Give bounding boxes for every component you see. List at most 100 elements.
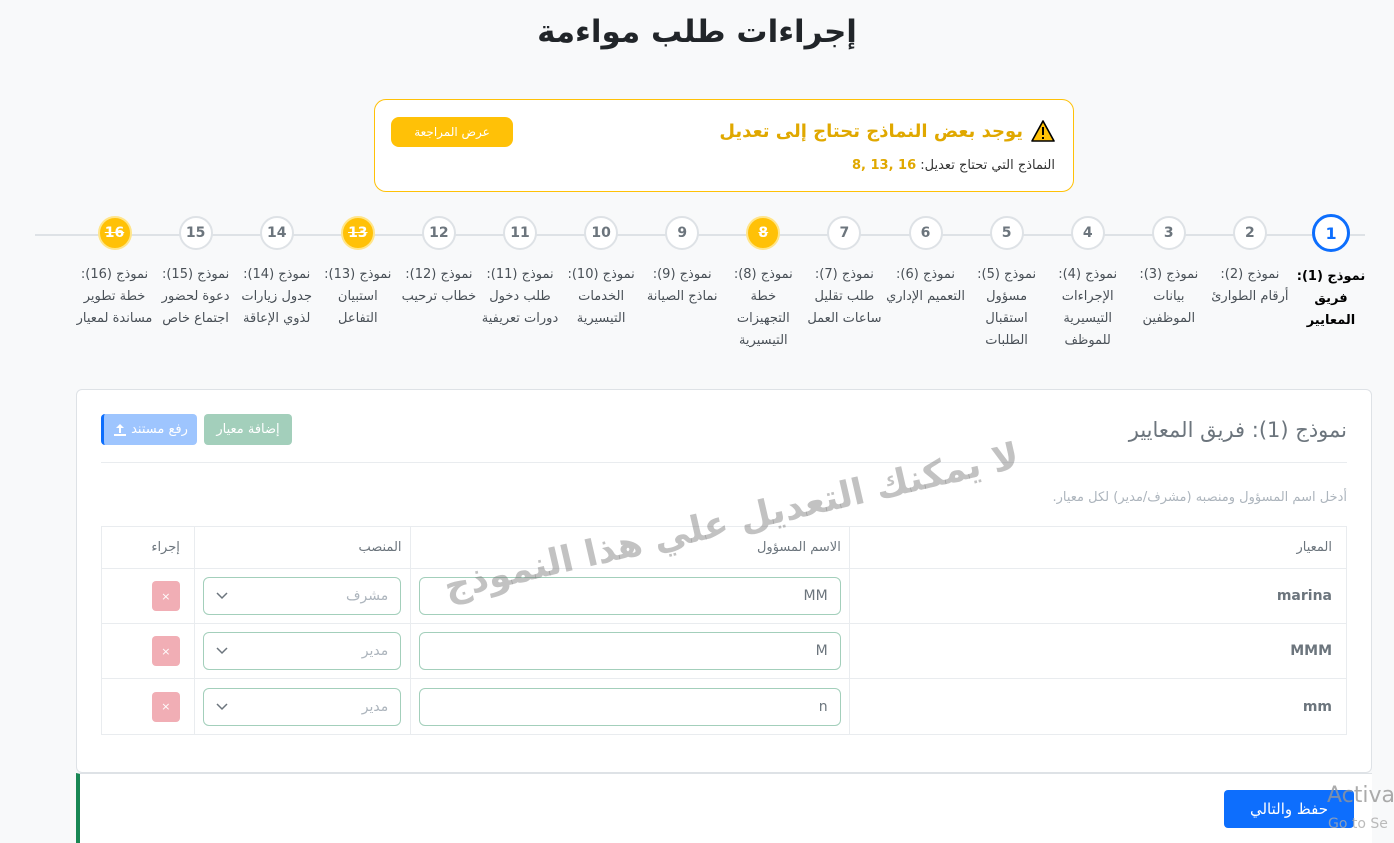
card-divider (101, 462, 1347, 463)
table-row: MMM M مدير × (102, 624, 1346, 679)
table-row: marina MM مشرف × (102, 569, 1346, 624)
header-position: المنصب (193, 527, 410, 568)
warning-icon (1031, 120, 1055, 142)
action-cell: × (102, 624, 194, 678)
step-2[interactable]: 2 نموذج (2): أرقام الطوارئ (1209, 216, 1291, 308)
card-help-text: أدخل اسم المسؤول ومنصبه (مشرف/مدير) لكل … (1052, 490, 1347, 505)
step-label: نموذج (14): جدول زيارات لذوي الإعاقة (241, 267, 313, 326)
step-circle: 7 (827, 216, 862, 250)
step-label: نموذج (16): خطة تطوير مساندة لمعيار (76, 267, 153, 326)
step-6[interactable]: 6 نموذج (6): التعميم الإداري (885, 216, 967, 308)
responsible-input[interactable]: M (418, 632, 841, 670)
step-label: نموذج (12): خطاب ترحيب (401, 267, 477, 304)
position-cell: مدير (193, 679, 410, 734)
step-label: نموذج (1): فريق المعايير (1296, 269, 1366, 328)
step-circle: 6 (908, 216, 943, 250)
criterion-name: mm (1302, 698, 1332, 715)
responsible-cell: M (409, 624, 849, 678)
step-label: نموذج (4): الإجراءات التيسيرية للموظف (1058, 267, 1118, 348)
action-cell: × (102, 679, 194, 734)
step-circle: 12 (421, 216, 456, 250)
step-circle: 11 (503, 216, 537, 250)
criterion-name: marina (1276, 588, 1332, 604)
position-cell: مدير (193, 624, 410, 678)
step-circle: 2 (1232, 216, 1267, 250)
step-circle: 9 (665, 216, 700, 250)
step-label: نموذج (7): طلب تقليل ساعات العمل (807, 267, 882, 326)
position-value: مشرف (345, 588, 389, 604)
os-activation-subtext: Go to Se (1328, 816, 1388, 832)
step-label: نموذج (6): التعميم الإداري (886, 267, 965, 304)
delete-row-button[interactable]: × (151, 581, 180, 611)
step-label: نموذج (9): نماذج الصيانة (646, 267, 718, 304)
alert-title-text: يوجد بعض النماذج تحتاج إلى تعديل (719, 120, 1023, 142)
form-card: نموذج (1): فريق المعايير إضافة معيار رفع… (76, 389, 1372, 773)
step-label: نموذج (11): طلب دخول دورات تعريفية (481, 267, 559, 326)
step-1[interactable]: 1 نموذج (1): فريق المعايير (1290, 214, 1372, 332)
header-criterion: المعيار (848, 527, 1346, 568)
step-13[interactable]: 13 نموذج (13): استبيان التفاعل (317, 216, 399, 330)
os-activation-text: Activa (1327, 783, 1394, 808)
add-criterion-button[interactable]: إضافة معيار (204, 414, 292, 445)
criterion-name: MMM (1290, 643, 1332, 659)
step-circle: 10 (584, 216, 619, 250)
table-header-row: المعيار الاسم المسؤول المنصب إجراء (102, 527, 1346, 569)
step-label: نموذج (3): بيانات الموظفين (1139, 267, 1199, 326)
alert-sub-numbers: 8, 13, 16 (851, 158, 917, 173)
chevron-down-icon (216, 647, 228, 655)
criteria-table: المعيار الاسم المسؤول المنصب إجراء marin… (101, 526, 1347, 735)
step-circle: 13 (340, 216, 375, 250)
step-3[interactable]: 3 نموذج (3): بيانات الموظفين (1128, 216, 1210, 330)
responsible-input[interactable]: n (418, 687, 841, 726)
step-12[interactable]: 12 نموذج (12): خطاب ترحيب (398, 216, 480, 308)
review-button[interactable]: عرض المراجعة (391, 117, 513, 147)
step-label: نموذج (2): أرقام الطوارئ (1211, 267, 1289, 304)
card-title: نموذج (1): فريق المعايير (1128, 418, 1347, 442)
delete-row-button[interactable]: × (151, 636, 180, 666)
criterion-cell: MMM (848, 624, 1346, 678)
upload-label: رفع مستند (131, 422, 188, 437)
upload-icon (114, 423, 127, 436)
step-16[interactable]: 16 نموذج (16): خطة تطوير مساندة لمعيار (74, 216, 156, 330)
action-cell: × (102, 569, 194, 623)
step-14[interactable]: 14 نموذج (14): جدول زيارات لذوي الإعاقة (236, 216, 318, 330)
step-15[interactable]: 15 نموذج (15): دعوة لحضور اجتماع خاص (155, 216, 237, 330)
header-action: إجراء (151, 540, 180, 555)
step-label: نموذج (15): دعوة لحضور اجتماع خاص (161, 267, 230, 326)
step-circle: 15 (178, 216, 213, 250)
responsible-cell: n (409, 679, 849, 734)
form-footer (76, 773, 1372, 843)
step-circle: 16 (97, 216, 132, 250)
step-label: نموذج (8): خطة التجهيزات التيسيرية (733, 267, 793, 348)
alert-subtitle: النماذج التي تحتاج تعديل: 8, 13, 16 (852, 158, 1055, 173)
position-select[interactable]: مشرف (203, 577, 402, 615)
step-circle: 1 (1312, 214, 1350, 252)
position-select[interactable]: مدير (203, 687, 402, 726)
responsible-input[interactable]: MM (418, 577, 841, 615)
step-9[interactable]: 9 نموذج (9): نماذج الصيانة (641, 216, 723, 308)
criterion-cell: mm (848, 679, 1346, 734)
upload-document-button[interactable]: رفع مستند (101, 414, 197, 445)
delete-row-button[interactable]: × (151, 691, 180, 722)
step-label: نموذج (10): الخدمات التيسيرية (567, 267, 635, 326)
position-select[interactable]: مدير (203, 632, 402, 670)
step-circle: 8 (746, 216, 781, 250)
step-10[interactable]: 10 نموذج (10): الخدمات التيسيرية (560, 216, 642, 330)
step-circle: 14 (259, 216, 294, 250)
step-label: نموذج (13): استبيان التفاعل (324, 267, 392, 326)
criterion-cell: marina (848, 569, 1346, 623)
position-value: مدير (361, 643, 389, 659)
step-11[interactable]: 11 نموذج (11): طلب دخول دورات تعريفية (479, 216, 561, 330)
position-cell: مشرف (193, 569, 410, 623)
chevron-down-icon (216, 702, 228, 710)
review-alert: يوجد بعض النماذج تحتاج إلى تعديل النماذج… (374, 99, 1074, 192)
header-responsible: الاسم المسؤول (409, 527, 849, 568)
step-4[interactable]: 4 نموذج (4): الإجراءات التيسيرية للموظف (1047, 216, 1129, 352)
step-label: نموذج (5): مسؤول استقبال الطلبات (977, 267, 1037, 348)
page-title: إجراءات طلب مواءمة (537, 14, 857, 50)
table-row: mm n مدير × (102, 679, 1346, 734)
step-5[interactable]: 5 نموذج (5): مسؤول استقبال الطلبات (966, 216, 1048, 352)
step-7[interactable]: 7 نموذج (7): طلب تقليل ساعات العمل (803, 216, 885, 330)
step-8[interactable]: 8 نموذج (8): خطة التجهيزات التيسيرية (722, 216, 804, 352)
step-circle: 3 (1151, 216, 1186, 250)
